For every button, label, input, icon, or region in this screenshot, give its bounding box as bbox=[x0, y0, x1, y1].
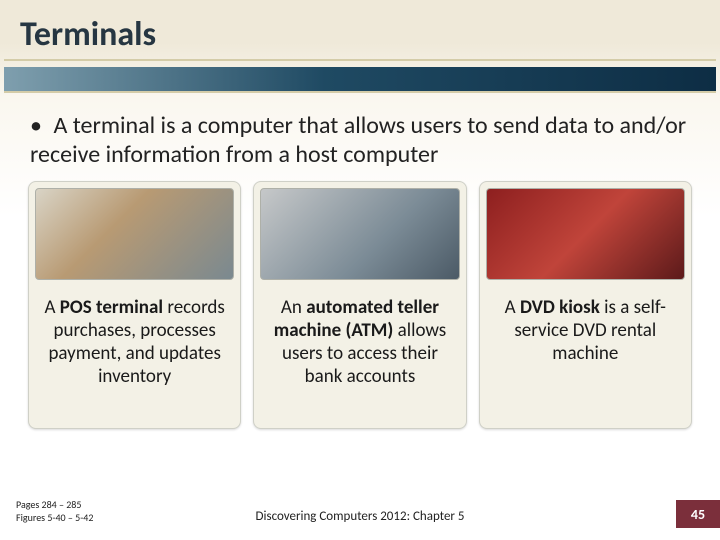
card-atm-caption: An automated teller machine (ATM) allows… bbox=[254, 286, 465, 428]
card-dvd: A DVD kiosk is a self-service DVD rental… bbox=[479, 181, 692, 429]
accent-bar bbox=[4, 67, 716, 91]
footer-center: Discovering Computers 2012: Chapter 5 bbox=[0, 509, 720, 524]
bullet-text: • A terminal is a computer that allows u… bbox=[0, 93, 720, 179]
slide-number: 45 bbox=[676, 500, 720, 528]
card-pos-caption: A POS terminal records purchases, proces… bbox=[29, 286, 240, 428]
card-dvd-caption: A DVD kiosk is a self-service DVD rental… bbox=[480, 286, 691, 428]
card-pos: A POS terminal records purchases, proces… bbox=[28, 181, 241, 429]
slide: Terminals • A terminal is a computer tha… bbox=[0, 0, 720, 540]
card-atm: An automated teller machine (ATM) allows… bbox=[253, 181, 466, 429]
slide-title: Terminals bbox=[0, 0, 720, 59]
bullet-marker: • bbox=[30, 111, 48, 140]
divider-top bbox=[4, 59, 716, 61]
bullet-content: A terminal is a computer that allows use… bbox=[30, 111, 686, 169]
atm-photo bbox=[260, 188, 459, 280]
dvd-kiosk-photo bbox=[486, 188, 685, 280]
card-row: A POS terminal records purchases, proces… bbox=[0, 181, 720, 429]
pos-terminal-photo bbox=[35, 188, 234, 280]
